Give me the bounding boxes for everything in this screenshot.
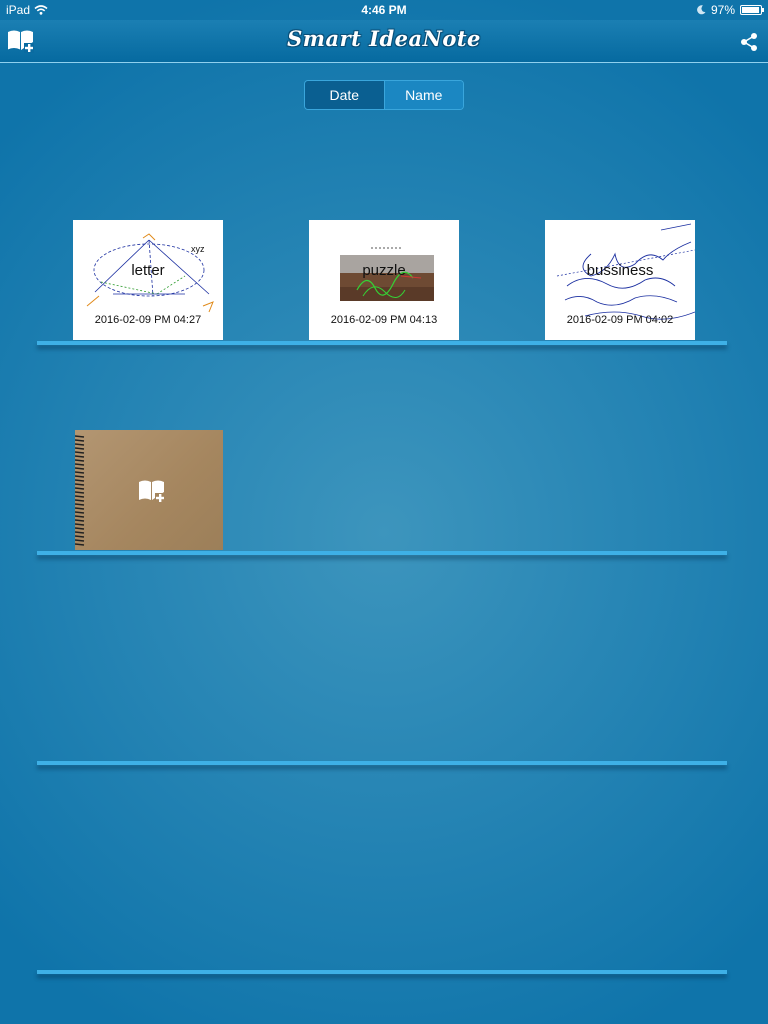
add-book-icon xyxy=(139,480,165,503)
spiral-ring xyxy=(75,499,85,502)
spiral-ring xyxy=(75,523,85,526)
spiral-ring xyxy=(75,507,85,510)
spiral-ring xyxy=(75,447,85,450)
spiral-ring xyxy=(75,515,85,518)
note-date: 2016-02-09 PM 04:27 xyxy=(94,314,202,326)
spiral-ring xyxy=(75,451,85,454)
shelf-1 xyxy=(37,341,727,345)
spiral-ring xyxy=(75,503,85,506)
spiral-ring xyxy=(75,511,85,514)
spiral-ring xyxy=(75,459,85,462)
note-date: 2016-02-09 PM 04:13 xyxy=(330,314,438,326)
note-title: bussiness xyxy=(586,262,654,279)
note-card-bussiness[interactable]: bussiness 2016-02-09 PM 04:02 xyxy=(545,220,695,340)
spiral-ring xyxy=(75,531,85,534)
note-title: puzzle xyxy=(362,262,406,279)
spiral-ring xyxy=(75,443,85,446)
sort-by-date-tab[interactable]: Date xyxy=(305,81,384,109)
spiral-ring xyxy=(75,543,85,546)
spiral-ring xyxy=(75,479,85,482)
moon-icon xyxy=(697,5,706,15)
battery-percent: 97% xyxy=(710,3,735,17)
spiral-ring xyxy=(75,519,85,522)
spiral-ring xyxy=(75,463,85,466)
app-title: Smart IdeaNote xyxy=(287,26,481,51)
spiral-ring xyxy=(75,527,85,530)
note-title: letter xyxy=(131,262,165,279)
note-date: 2016-02-09 PM 04:02 xyxy=(566,314,674,326)
sketch-label: xyz xyxy=(191,244,205,254)
spiral-ring xyxy=(75,487,85,490)
spiral-ring xyxy=(75,535,85,538)
spiral-ring xyxy=(75,439,85,442)
add-notebook-cover[interactable] xyxy=(75,430,223,550)
battery-icon xyxy=(740,5,764,15)
battery-level xyxy=(742,7,760,13)
spiral-binding xyxy=(75,435,85,546)
shelf-2 xyxy=(37,551,727,555)
spiral-ring xyxy=(75,455,85,458)
nav-bar: Smart IdeaNote xyxy=(0,20,768,63)
shelf-3 xyxy=(37,761,727,765)
share-icon xyxy=(741,33,757,51)
spiral-ring xyxy=(75,539,85,542)
spiral-ring xyxy=(75,483,85,486)
status-time: 4:46 PM xyxy=(361,3,407,17)
sort-segmented-control: Date Name xyxy=(304,80,464,110)
spiral-ring xyxy=(75,491,85,494)
status-bar: iPad 4:46 PM 97% xyxy=(0,0,768,20)
spiral-ring xyxy=(75,471,85,474)
shelf-4 xyxy=(37,970,727,974)
spiral-ring xyxy=(75,475,85,478)
note-card-puzzle[interactable]: puzzle 2016-02-09 PM 04:13 xyxy=(309,220,459,340)
note-card-letter[interactable]: xyz letter 2016-02-09 PM 04:27 xyxy=(73,220,223,340)
status-right: 97% xyxy=(697,3,764,17)
spiral-ring xyxy=(75,435,85,438)
spiral-ring xyxy=(75,495,85,498)
share-button[interactable] xyxy=(740,32,758,57)
spiral-ring xyxy=(75,467,85,470)
sort-by-name-tab[interactable]: Name xyxy=(383,81,463,109)
